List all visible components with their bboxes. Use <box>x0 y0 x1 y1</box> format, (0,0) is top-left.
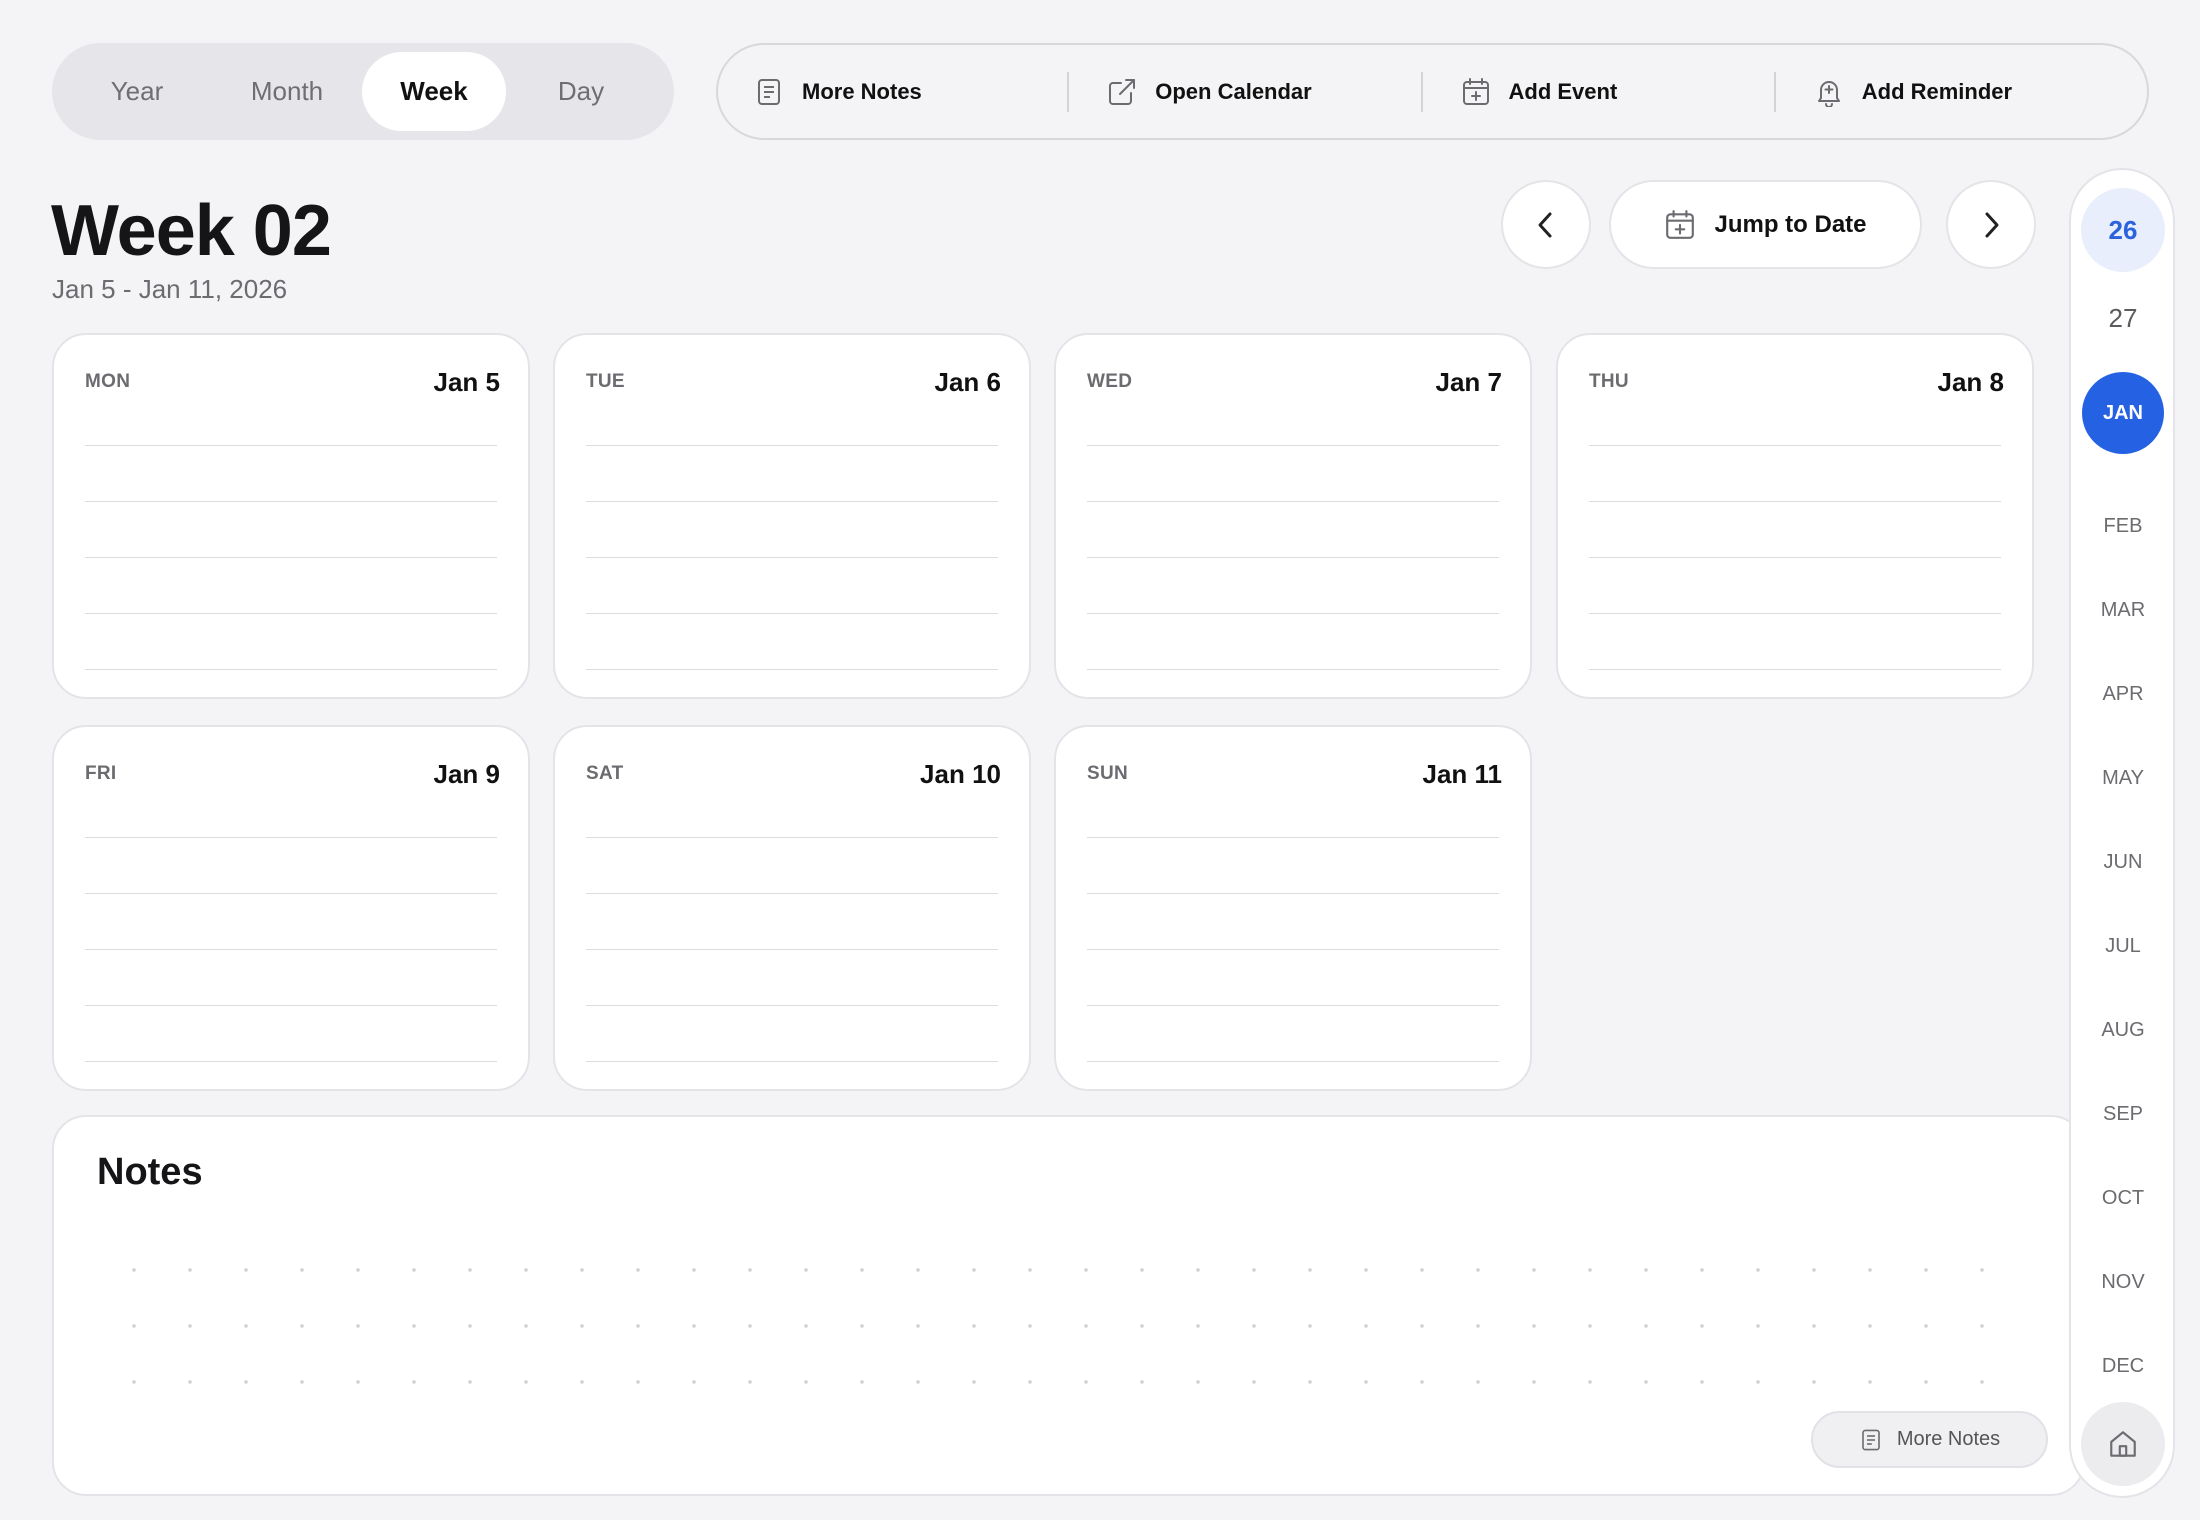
home-button[interactable] <box>2081 1402 2165 1486</box>
rail-month-aug[interactable]: AUG <box>2081 1000 2165 1060</box>
rail-month-apr[interactable]: APR <box>2081 664 2165 724</box>
add-event-label: Add Event <box>1508 78 1618 104</box>
rail-month-sep[interactable]: SEP <box>2081 1084 2165 1144</box>
home-icon <box>2107 1428 2139 1460</box>
more-notes-button[interactable]: More Notes <box>754 72 1067 112</box>
day-note-lines[interactable] <box>1087 832 1499 1062</box>
divider <box>1773 71 1776 112</box>
day-name: WED <box>1087 371 1133 392</box>
rail-month-mar[interactable]: MAR <box>2081 580 2165 640</box>
view-day-button[interactable]: Day <box>506 52 656 131</box>
day-card-thu[interactable]: THU Jan 8 <box>1556 333 2034 699</box>
rail-month-nov[interactable]: NOV <box>2081 1252 2165 1312</box>
day-card-fri[interactable]: FRI Jan 9 <box>52 725 530 1091</box>
day-card-tue[interactable]: TUE Jan 6 <box>553 333 1031 699</box>
rail-month-may[interactable]: MAY <box>2081 748 2165 808</box>
action-bar: More Notes Open Calendar Add Event Add R… <box>716 43 2149 140</box>
add-reminder-label: Add Reminder <box>1861 78 2013 104</box>
rail-month-jan[interactable]: JAN <box>2082 372 2164 454</box>
page-title: Week 02 <box>51 191 332 271</box>
next-week-button[interactable] <box>1946 180 2036 269</box>
external-link-icon <box>1107 77 1137 107</box>
more-notes-small-label: More Notes <box>1896 1428 2001 1450</box>
rail-month-oct[interactable]: OCT <box>2081 1168 2165 1228</box>
rail-year-26[interactable]: 26 <box>2081 188 2165 272</box>
day-note-lines[interactable] <box>85 440 497 670</box>
day-date: Jan 5 <box>433 367 501 397</box>
rail-month-feb[interactable]: FEB <box>2081 496 2165 556</box>
open-calendar-label: Open Calendar <box>1155 78 1312 104</box>
rail-year-27[interactable]: 27 <box>2081 276 2165 360</box>
day-date: Jan 11 <box>1422 759 1502 789</box>
day-name: MON <box>85 371 131 392</box>
add-reminder-button[interactable]: Add Reminder <box>1814 72 2127 112</box>
year-month-rail: 26 27 JAN FEB MAR APR MAY JUN JUL AUG SE… <box>2069 168 2175 1498</box>
jump-to-date-label: Jump to Date <box>1714 210 1867 238</box>
day-date: Jan 7 <box>1435 367 1503 397</box>
day-name: THU <box>1589 371 1629 392</box>
day-date: Jan 6 <box>934 367 1002 397</box>
rail-month-jun[interactable]: JUN <box>2081 832 2165 892</box>
day-card-wed[interactable]: WED Jan 7 <box>1054 333 1532 699</box>
view-month-button[interactable]: Month <box>212 52 362 131</box>
day-note-lines[interactable] <box>1087 440 1499 670</box>
view-year-button[interactable]: Year <box>62 52 212 131</box>
divider <box>1067 71 1070 112</box>
previous-week-button[interactable] <box>1501 180 1591 269</box>
notes-panel: Notes More Notes <box>52 1115 2085 1496</box>
day-date: Jan 9 <box>433 759 501 789</box>
notes-icon <box>754 77 784 107</box>
rail-month-jul[interactable]: JUL <box>2081 916 2165 976</box>
notes-icon <box>1859 1428 1883 1452</box>
day-note-lines[interactable] <box>586 832 998 1062</box>
more-notes-small-button[interactable]: More Notes <box>1811 1411 2048 1468</box>
day-card-sun[interactable]: SUN Jan 11 <box>1054 725 1532 1091</box>
calendar-add-icon <box>1664 209 1696 241</box>
view-switcher: Year Month Week Day <box>52 43 674 140</box>
day-name: FRI <box>85 763 117 784</box>
jump-to-date-button[interactable]: Jump to Date <box>1609 180 1922 269</box>
view-week-button[interactable]: Week <box>362 52 506 131</box>
day-date: Jan 8 <box>1937 367 2005 397</box>
day-name: SUN <box>1087 763 1129 784</box>
day-note-lines[interactable] <box>1589 440 2001 670</box>
week-date-range: Jan 5 - Jan 11, 2026 <box>52 274 288 304</box>
day-name: SAT <box>586 763 624 784</box>
day-note-lines[interactable] <box>586 440 998 670</box>
divider <box>1420 71 1423 112</box>
chevron-right-icon <box>1976 210 2006 240</box>
day-card-sat[interactable]: SAT Jan 10 <box>553 725 1031 1091</box>
rail-month-dec[interactable]: DEC <box>2081 1336 2165 1396</box>
chevron-left-icon <box>1531 210 1561 240</box>
day-card-mon[interactable]: MON Jan 5 <box>52 333 530 699</box>
day-date: Jan 10 <box>920 759 1001 789</box>
open-calendar-button[interactable]: Open Calendar <box>1107 72 1420 112</box>
day-name: TUE <box>586 371 625 392</box>
notes-title: Notes <box>97 1151 203 1193</box>
more-notes-label: More Notes <box>802 78 922 104</box>
day-note-lines[interactable] <box>85 832 497 1062</box>
calendar-add-icon <box>1461 77 1491 107</box>
notes-dot-grid[interactable] <box>106 1242 2026 1422</box>
bell-add-icon <box>1814 77 1844 107</box>
add-event-button[interactable]: Add Event <box>1461 72 1774 112</box>
